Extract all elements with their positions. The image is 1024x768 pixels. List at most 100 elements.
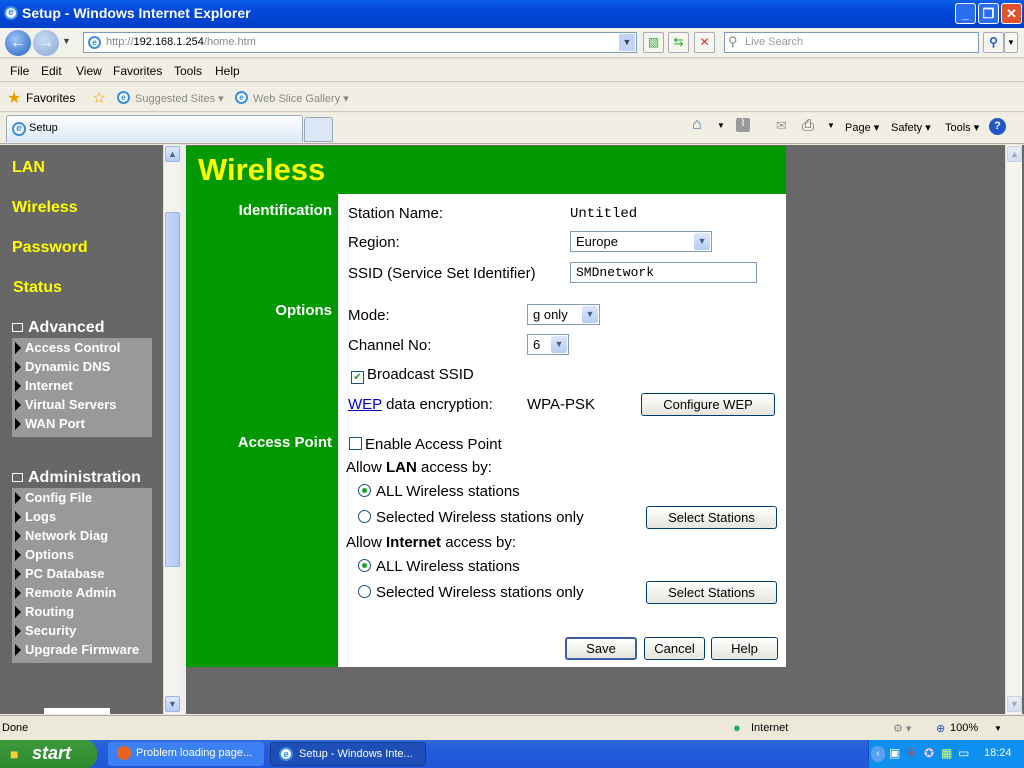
region-select[interactable]: Europe ▼: [570, 231, 712, 252]
back-button[interactable]: ←: [5, 30, 31, 56]
address-dropdown-icon[interactable]: ▼: [619, 34, 635, 51]
web-slice-gallery-link[interactable]: Web Slice Gallery ▾: [253, 92, 349, 105]
network-icon[interactable]: ▣: [889, 746, 900, 760]
sidebar-item-config-file[interactable]: Config File: [12, 488, 152, 507]
internet-selected-stations-radio[interactable]: Selected Wireless stations only: [358, 584, 584, 601]
radio-selected-icon[interactable]: [358, 559, 371, 572]
lan-select-stations-button[interactable]: Select Stations: [646, 506, 777, 529]
taskbar-item-firefox[interactable]: Problem loading page...: [108, 742, 264, 766]
scroll-down-icon[interactable]: ▼: [1007, 696, 1022, 712]
read-mail-icon[interactable]: ✉: [776, 118, 787, 134]
lan-all-stations-radio[interactable]: ALL Wireless stations: [358, 483, 520, 500]
tray-app-icon[interactable]: ✪: [924, 746, 934, 760]
sidebar-item-wan-port[interactable]: WAN Port: [12, 414, 152, 433]
menu-favorites[interactable]: Favorites: [113, 64, 162, 78]
search-input[interactable]: ⚲ Live Search: [724, 32, 979, 53]
sidebar-item-virtual-servers[interactable]: Virtual Servers: [12, 395, 152, 414]
scroll-thumb[interactable]: [165, 212, 180, 567]
sidebar-item-internet[interactable]: Internet: [12, 376, 152, 395]
new-tab-button[interactable]: [304, 117, 333, 142]
sidebar-link-wireless[interactable]: Wireless: [12, 199, 78, 217]
main-scrollbar[interactable]: ▲ ▼: [1005, 145, 1022, 714]
menu-view[interactable]: View: [76, 64, 102, 78]
menu-file[interactable]: File: [10, 64, 29, 78]
stop-icon[interactable]: ✕: [694, 32, 715, 53]
feeds-icon[interactable]: ⌇: [736, 118, 750, 132]
search-options-icon[interactable]: ▼: [1004, 32, 1018, 53]
scroll-up-icon[interactable]: ▲: [165, 146, 180, 162]
restore-button[interactable]: ❐: [978, 3, 999, 24]
scroll-up-icon[interactable]: ▲: [1007, 146, 1022, 162]
menu-tools[interactable]: Tools: [174, 64, 202, 78]
show-hidden-icons-button[interactable]: ‹: [871, 746, 885, 762]
refresh-icon[interactable]: ⇆: [668, 32, 689, 53]
menu-edit[interactable]: Edit: [41, 64, 62, 78]
sidebar-item-security[interactable]: Security: [12, 621, 152, 640]
save-button[interactable]: Save: [565, 637, 637, 660]
broadcast-ssid-checkbox[interactable]: ✔ Broadcast SSID: [351, 366, 474, 384]
scroll-down-icon[interactable]: ▼: [165, 696, 180, 712]
tools-menu[interactable]: Tools ▾: [945, 121, 979, 134]
close-button[interactable]: ✕: [1001, 3, 1022, 24]
search-button[interactable]: ⚲: [983, 32, 1004, 53]
sidebar-link-password[interactable]: Password: [12, 239, 88, 257]
menu-help[interactable]: Help: [215, 64, 240, 78]
home-dropdown-icon[interactable]: ▼: [717, 121, 725, 130]
sidebar-item-access-control[interactable]: Access Control: [12, 338, 152, 357]
help-button[interactable]: Help: [711, 637, 778, 660]
zoom-dropdown-icon[interactable]: ▼: [994, 724, 1002, 733]
tray-device-icon[interactable]: ▦: [941, 746, 952, 760]
ssid-input[interactable]: SMDnetwork: [570, 262, 757, 283]
tray-monitor-icon[interactable]: ▭: [958, 746, 969, 760]
sidebar-scrollbar[interactable]: ▲ ▼: [163, 145, 180, 714]
page-menu[interactable]: Page ▾: [845, 121, 879, 134]
history-dropdown-icon[interactable]: ▼: [62, 36, 71, 46]
sidebar-item-pc-database[interactable]: PC Database: [12, 564, 152, 583]
channel-select[interactable]: 6 ▼: [527, 334, 569, 355]
sidebar-link-lan[interactable]: LAN: [12, 159, 45, 177]
sidebar-item-network-diag[interactable]: Network Diag: [12, 526, 152, 545]
taskbar-item-ie[interactable]: e Setup - Windows Inte...: [270, 742, 426, 766]
administration-group-header[interactable]: Administration: [12, 469, 141, 487]
home-icon[interactable]: ⌂: [692, 116, 702, 134]
help-icon[interactable]: ?: [989, 118, 1006, 135]
zoom-icon[interactable]: ⊕: [936, 722, 945, 735]
configure-wep-button[interactable]: Configure WEP: [641, 393, 775, 416]
security-shield-icon[interactable]: ⛨: [907, 746, 916, 761]
lan-selected-stations-radio[interactable]: Selected Wireless stations only: [358, 509, 584, 526]
forward-button[interactable]: →: [33, 30, 59, 56]
print-dropdown-icon[interactable]: ▼: [827, 121, 835, 130]
sidebar-item-upgrade-firmware[interactable]: Upgrade Firmware: [12, 640, 152, 659]
print-icon[interactable]: ⎙: [802, 117, 814, 134]
sidebar-item-remote-admin[interactable]: Remote Admin: [12, 583, 152, 602]
protected-mode-icon[interactable]: ⚙ ▾: [893, 722, 911, 735]
compatibility-view-icon[interactable]: ▧: [643, 32, 664, 53]
clock[interactable]: 18:24: [984, 747, 1012, 759]
checkbox-checked-icon[interactable]: ✔: [351, 371, 364, 384]
sidebar-item-routing[interactable]: Routing: [12, 602, 152, 621]
sidebar-item-options[interactable]: Options: [12, 545, 152, 564]
suggested-sites-link[interactable]: Suggested Sites ▾: [135, 92, 224, 105]
advanced-group-header[interactable]: Advanced: [12, 319, 104, 337]
start-button[interactable]: ■ start: [0, 740, 97, 768]
mode-select[interactable]: g only ▼: [527, 304, 600, 325]
tab-setup[interactable]: e Setup: [6, 115, 303, 142]
enable-ap-checkbox[interactable]: Enable Access Point: [349, 436, 502, 453]
wep-link[interactable]: WEP: [348, 396, 382, 413]
radio-unselected-icon[interactable]: [358, 510, 371, 523]
internet-all-stations-radio[interactable]: ALL Wireless stations: [358, 558, 520, 575]
sidebar-hscroll-thumb[interactable]: [44, 708, 110, 714]
add-favorite-icon[interactable]: ☆: [92, 88, 106, 108]
minimize-button[interactable]: _: [955, 3, 976, 24]
radio-selected-icon[interactable]: [358, 484, 371, 497]
radio-unselected-icon[interactable]: [358, 585, 371, 598]
zoom-level[interactable]: 100%: [950, 722, 978, 734]
cancel-button[interactable]: Cancel: [644, 637, 705, 660]
checkbox-unchecked-icon[interactable]: [349, 437, 362, 450]
address-bar[interactable]: e http://192.168.1.254/home.htm ▼: [83, 32, 637, 53]
safety-menu[interactable]: Safety ▾: [891, 121, 931, 134]
internet-select-stations-button[interactable]: Select Stations: [646, 581, 777, 604]
sidebar-item-logs[interactable]: Logs: [12, 507, 152, 526]
sidebar-link-status[interactable]: Status: [13, 279, 62, 297]
sidebar-item-dynamic-dns[interactable]: Dynamic DNS: [12, 357, 152, 376]
